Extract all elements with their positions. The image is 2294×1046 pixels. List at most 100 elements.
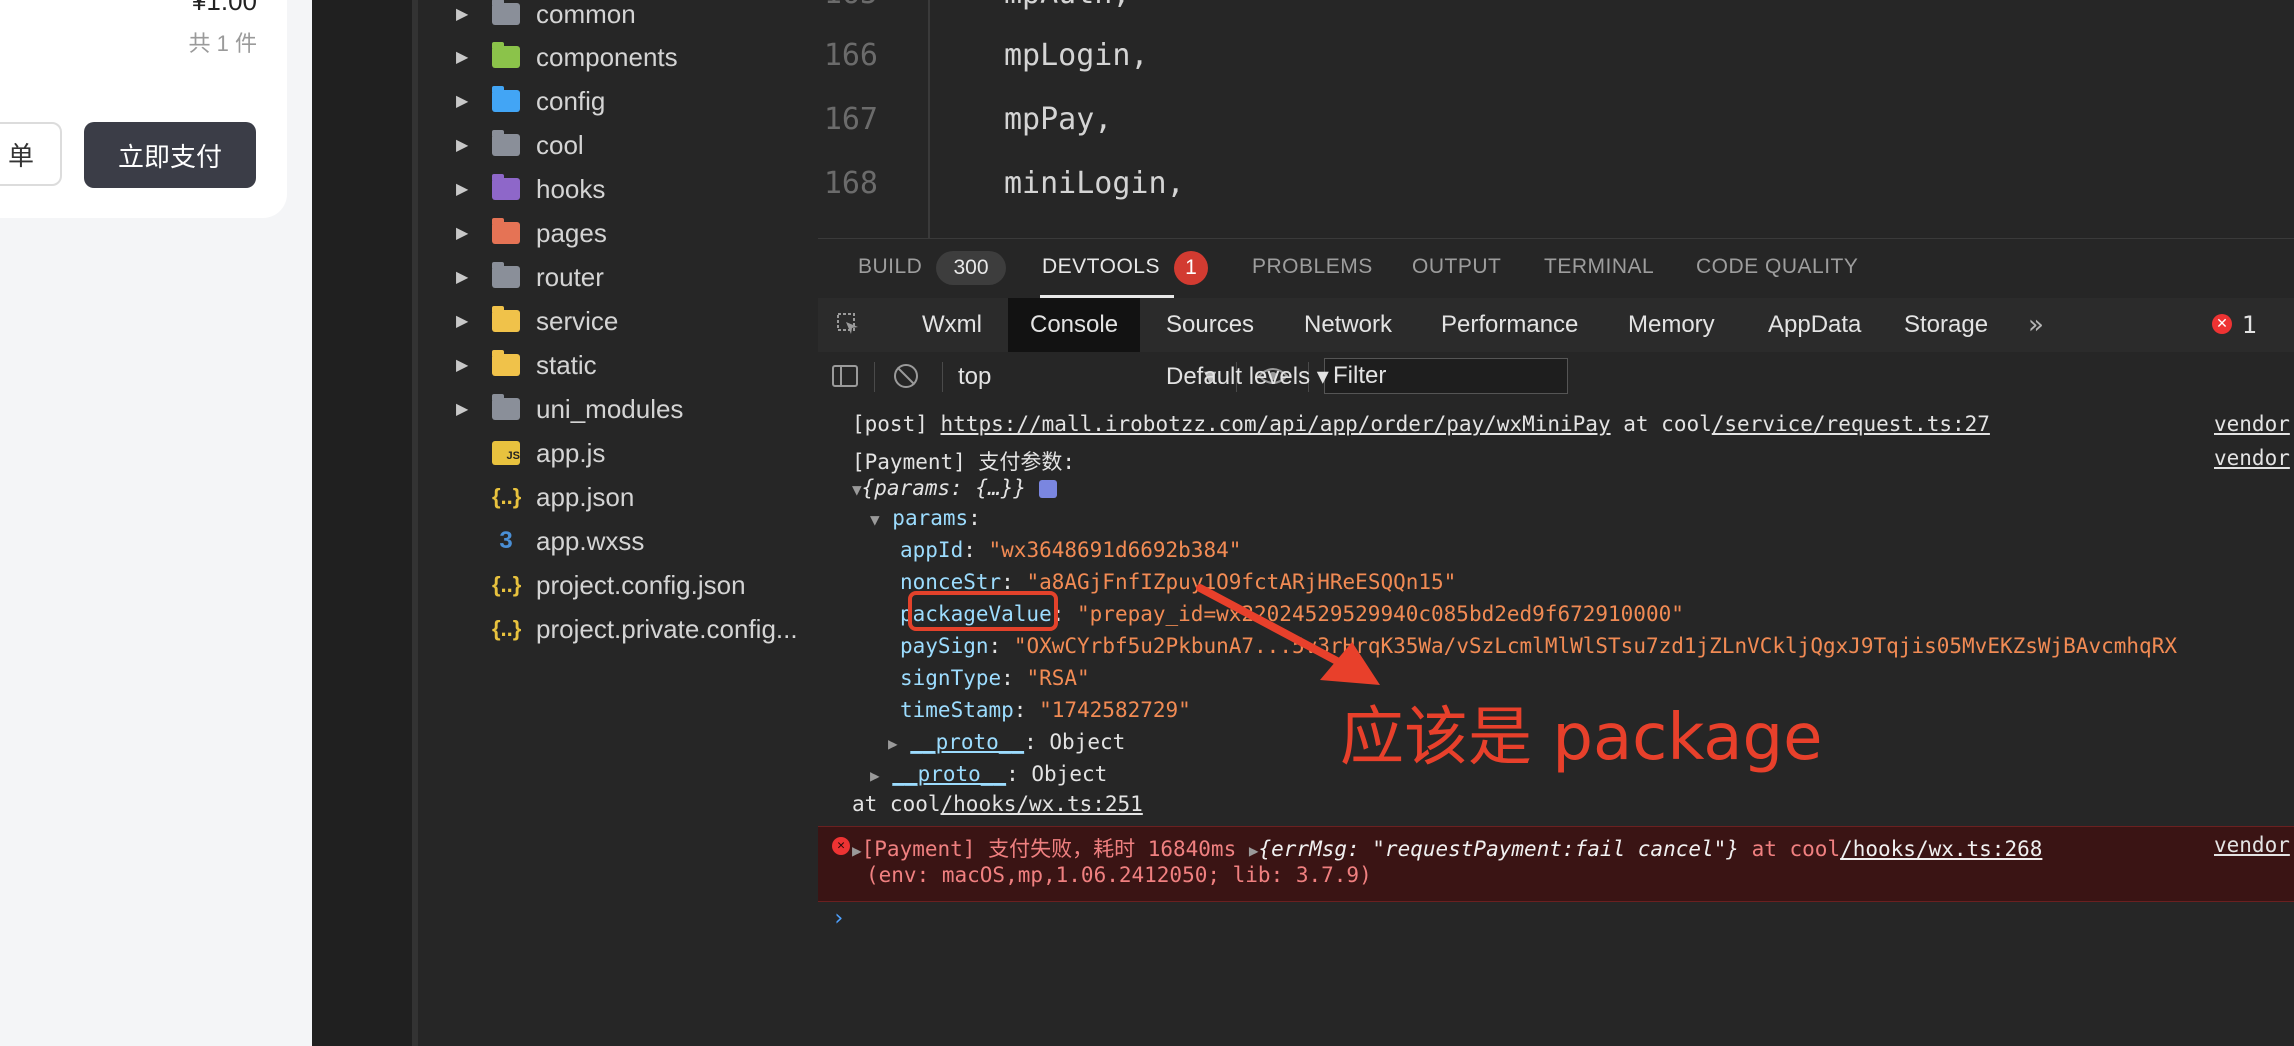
- tree-folder-cool[interactable]: ▶ cool: [418, 123, 818, 167]
- tree-label: uni_modules: [536, 393, 684, 424]
- key-label: params: [892, 506, 969, 530]
- tree-folder-components[interactable]: ▶ components: [418, 35, 818, 79]
- tab-appdata[interactable]: AppData: [1768, 298, 1861, 352]
- chevron-right-icon[interactable]: ▶: [456, 179, 470, 199]
- order-summary-card: ¥1.00 共 1 件 单 立即支付: [0, 0, 287, 218]
- clear-console-icon[interactable]: [894, 364, 918, 388]
- tab-console[interactable]: Console: [1008, 298, 1141, 352]
- tab-wxml[interactable]: Wxml: [922, 298, 982, 352]
- tree-file-app-wxss[interactable]: 3 app.wxss: [418, 519, 818, 563]
- tree-label: cool: [536, 129, 584, 160]
- tree-folder-static[interactable]: ▶ static: [418, 343, 818, 387]
- prop-proto-outer[interactable]: ▶ __proto__: Object: [870, 762, 1107, 786]
- code-line[interactable]: miniLogin,: [1004, 166, 1185, 201]
- tab-network[interactable]: Network: [1304, 298, 1392, 352]
- line-number: 167: [823, 102, 878, 137]
- object-summary-text: {params: {…}}: [861, 476, 1027, 500]
- code-line[interactable]: mpAuth,: [1004, 0, 1130, 11]
- tab-devtools[interactable]: DEVTOOLS: [1042, 255, 1160, 279]
- tab-problems[interactable]: PROBLEMS: [1252, 255, 1373, 279]
- code-line[interactable]: mpPay,: [1004, 102, 1112, 137]
- static-folder-icon: [492, 350, 520, 376]
- tree-label: pages: [536, 217, 607, 248]
- json-file-icon: {..}: [492, 616, 522, 641]
- env-info: (env: macOS,mp,1.06.2412050; lib: 3.7.9): [866, 863, 1372, 887]
- order-price: ¥1.00: [191, 0, 257, 16]
- tree-file-project-private-config[interactable]: {..} project.private.config...: [418, 607, 818, 651]
- source-link[interactable]: /hooks/wx.ts:251: [941, 792, 1143, 816]
- folder-icon: [492, 394, 520, 420]
- tree-file-project-config[interactable]: {..} project.config.json: [418, 563, 818, 607]
- object-summary[interactable]: ▼{params: {…}}: [852, 476, 1057, 500]
- context-select[interactable]: top: [958, 352, 1158, 402]
- error-log-entry[interactable]: ✕ ▶[Payment] 支付失败，耗时 16840ms ▶{errMsg: "…: [818, 826, 2294, 902]
- chevron-right-icon[interactable]: ▶: [456, 311, 470, 331]
- tab-code-quality[interactable]: CODE QUALITY: [1696, 255, 1858, 279]
- chevron-right-icon[interactable]: ▶: [456, 4, 470, 24]
- source-link[interactable]: /hooks/wx.ts:268: [1840, 837, 2042, 861]
- tree-folder-uni-modules[interactable]: ▶ uni_modules: [418, 387, 818, 431]
- vendor-link[interactable]: vendor: [2214, 833, 2290, 857]
- vendor-link[interactable]: vendor: [2214, 412, 2290, 436]
- tab-performance[interactable]: Performance: [1441, 298, 1578, 352]
- build-count-badge: 300: [936, 251, 1006, 285]
- code-editor[interactable]: 165 mpAuth, 166 mpLogin, 167 mpPay, 168 …: [818, 0, 2294, 238]
- order-button[interactable]: 单: [0, 122, 62, 186]
- tree-folder-config[interactable]: ▶ config: [418, 79, 818, 123]
- annotation-text: 应该是 package: [1340, 701, 1823, 775]
- more-tabs-icon[interactable]: »: [2028, 298, 2044, 352]
- show-sidebar-icon[interactable]: [832, 365, 858, 387]
- expand-triangle-icon[interactable]: ▼: [852, 480, 862, 499]
- chevron-right-icon[interactable]: ▶: [456, 223, 470, 243]
- error-count[interactable]: 1: [2242, 298, 2257, 352]
- pages-folder-icon: [492, 218, 520, 244]
- tab-output[interactable]: OUTPUT: [1412, 255, 1501, 279]
- tab-storage[interactable]: Storage: [1904, 298, 1988, 352]
- prop-signType: signType: "RSA": [900, 666, 1090, 690]
- annotation-highlight-box: [908, 591, 1058, 631]
- simulator-panel: ¥1.00 共 1 件 单 立即支付: [0, 0, 312, 1046]
- tree-folder-pages[interactable]: ▶ pages: [418, 211, 818, 255]
- chevron-right-icon[interactable]: ▶: [456, 355, 470, 375]
- components-folder-icon: [492, 42, 520, 68]
- tab-build[interactable]: BUILD: [858, 255, 922, 279]
- tree-folder-hooks[interactable]: ▶ hooks: [418, 167, 818, 211]
- devtools-error-badge: 1: [1174, 251, 1208, 285]
- tab-sources[interactable]: Sources: [1166, 298, 1254, 352]
- code-line[interactable]: mpLogin,: [1004, 38, 1149, 73]
- console-prompt[interactable]: ›: [832, 906, 845, 931]
- tab-memory[interactable]: Memory: [1628, 298, 1715, 352]
- chevron-right-icon[interactable]: ▶: [456, 47, 470, 67]
- chevron-right-icon[interactable]: ▶: [456, 399, 470, 419]
- request-url-link[interactable]: https://mall.irobotzz.com/api/app/order/…: [941, 412, 1611, 436]
- vendor-link[interactable]: vendor: [2214, 446, 2290, 470]
- devtools-tabbar: Wxml Console Sources Network Performance…: [818, 298, 2294, 353]
- tree-folder-common[interactable]: ▶ common: [418, 0, 818, 36]
- info-badge-icon: [1038, 480, 1057, 498]
- indent-guide: [928, 0, 930, 238]
- service-folder-icon: [492, 306, 520, 332]
- source-link[interactable]: /service/request.ts:27: [1712, 412, 1990, 436]
- tree-file-app-json[interactable]: {..} app.json: [418, 475, 818, 519]
- pay-now-button[interactable]: 立即支付: [84, 122, 256, 188]
- expand-triangle-icon[interactable]: ▼: [870, 510, 880, 529]
- chevron-right-icon[interactable]: ▶: [456, 135, 470, 155]
- folder-icon: [492, 130, 520, 156]
- css-file-icon: 3: [499, 527, 513, 554]
- tree-label: app.json: [536, 481, 635, 512]
- chevron-right-icon[interactable]: ▶: [456, 91, 470, 111]
- tree-file-app-js[interactable]: JS app.js: [418, 431, 818, 475]
- log-levels-label: Default levels ▾: [1166, 363, 1329, 390]
- tree-folder-service[interactable]: ▶ service: [418, 299, 818, 343]
- inspect-element-icon[interactable]: [836, 312, 860, 336]
- error-x-icon[interactable]: ✕: [2212, 314, 2232, 334]
- line-number: 165: [818, 0, 878, 11]
- log-levels-dropdown[interactable]: Default levels ▾: [1166, 352, 1329, 402]
- tree-folder-router[interactable]: ▶ router: [418, 255, 818, 299]
- tab-terminal[interactable]: TERMINAL: [1544, 255, 1654, 279]
- prop-proto-inner[interactable]: ▶ __proto__: Object: [888, 730, 1125, 754]
- filter-input[interactable]: [1324, 358, 1568, 394]
- chevron-right-icon[interactable]: ▶: [456, 267, 470, 287]
- tree-label: config: [536, 85, 606, 116]
- params-node[interactable]: ▼ params:: [870, 506, 981, 530]
